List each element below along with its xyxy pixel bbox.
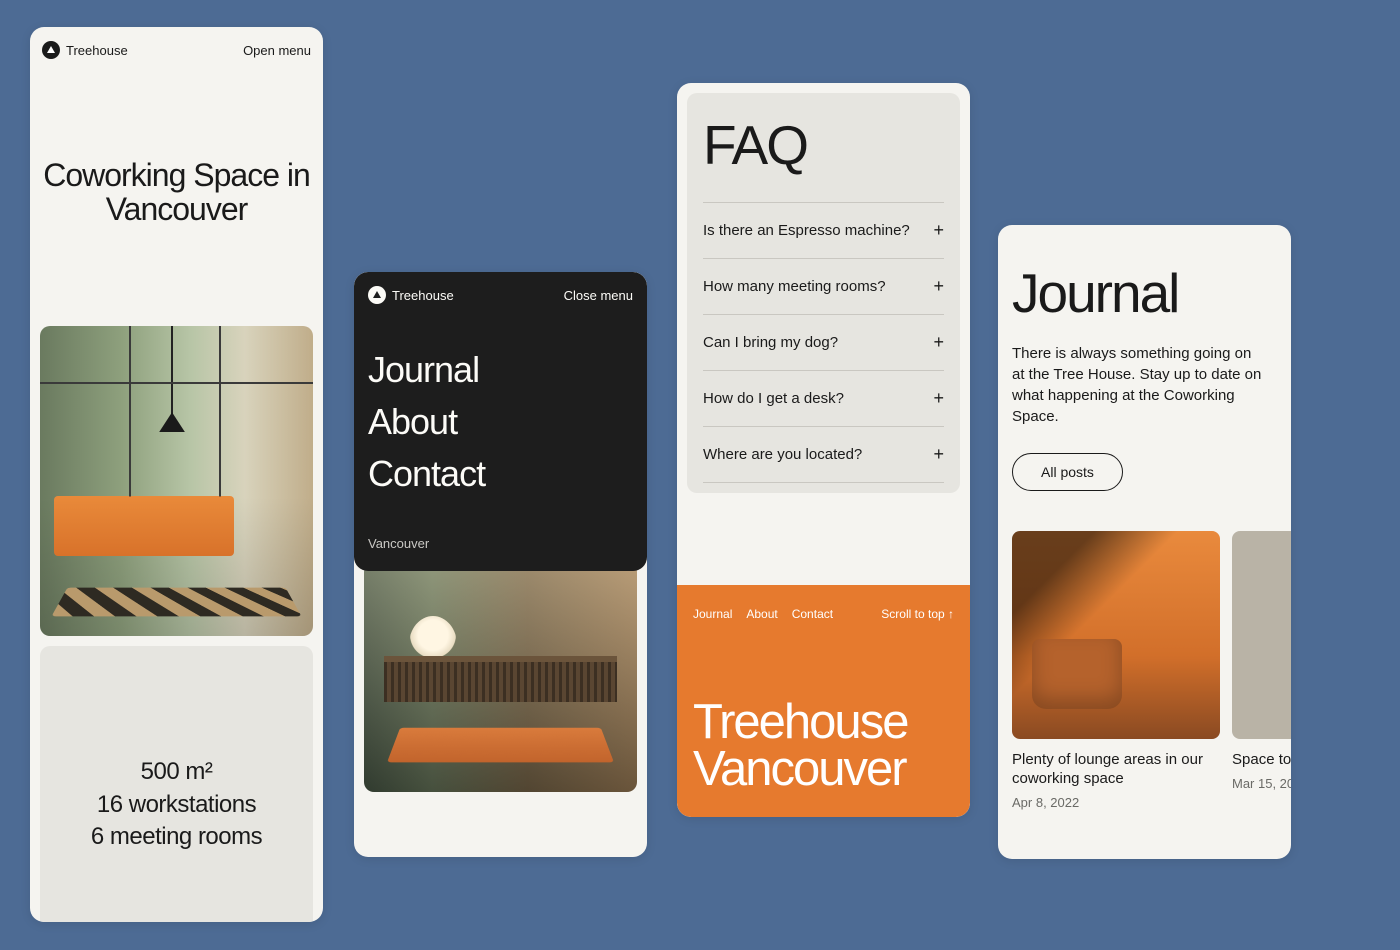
- plus-icon: +: [933, 276, 944, 297]
- stat-rooms: 6 meeting rooms: [60, 821, 293, 853]
- nav-about[interactable]: About: [368, 396, 633, 448]
- screen-menu-open: Treehouse Close menu Journal About Conta…: [354, 272, 647, 857]
- background-image: [364, 562, 637, 792]
- pendant-lamp-icon: [171, 326, 173, 416]
- post-image: [1232, 531, 1291, 739]
- header: Treehouse Close menu: [368, 286, 633, 304]
- brand-name: Treehouse: [392, 288, 454, 303]
- post-date: Mar 15, 202: [1232, 776, 1291, 791]
- faq-item[interactable]: Can I bring my dog? +: [703, 314, 944, 370]
- primary-nav: Journal About Contact: [368, 304, 633, 526]
- footer-link-journal[interactable]: Journal: [693, 607, 732, 621]
- location-label: Vancouver: [368, 526, 633, 551]
- post-date: Apr 8, 2022: [1012, 795, 1220, 810]
- brand-logo[interactable]: Treehouse: [42, 41, 128, 59]
- footer-links: Journal About Contact: [693, 607, 833, 621]
- footer-link-contact[interactable]: Contact: [792, 607, 833, 621]
- faq-item[interactable]: How many meeting rooms? +: [703, 258, 944, 314]
- screen-journal: Journal There is always something going …: [998, 225, 1291, 859]
- post-card[interactable]: Plenty of lounge areas in our coworking …: [1012, 531, 1220, 810]
- plus-icon: +: [933, 444, 944, 465]
- faq-question: How do I get a desk?: [703, 390, 844, 407]
- scroll-to-top-button[interactable]: Scroll to top ↑: [881, 607, 954, 621]
- header: Treehouse Open menu: [30, 27, 323, 59]
- hero-image: [40, 326, 313, 636]
- menu-overlay: Treehouse Close menu Journal About Conta…: [354, 272, 647, 571]
- brand-name: Treehouse: [66, 43, 128, 58]
- faq-question: Where are you located?: [703, 446, 862, 463]
- footer: Journal About Contact Scroll to top ↑ Tr…: [677, 585, 970, 817]
- triangle-logo-icon: [42, 41, 60, 59]
- post-image: [1012, 531, 1220, 739]
- plus-icon: +: [933, 388, 944, 409]
- post-title: Space to s: [1232, 739, 1291, 776]
- footer-link-about[interactable]: About: [746, 607, 777, 621]
- faq-title: FAQ: [703, 113, 944, 202]
- footer-brand-line2: Vancouver: [693, 746, 954, 793]
- nav-journal[interactable]: Journal: [368, 344, 633, 396]
- stat-workstations: 16 workstations: [60, 789, 293, 821]
- footer-top: Journal About Contact Scroll to top ↑: [693, 607, 954, 621]
- faq-question: How many meeting rooms?: [703, 278, 886, 295]
- brand-logo[interactable]: Treehouse: [368, 286, 454, 304]
- triangle-logo-icon: [368, 286, 386, 304]
- faq-item[interactable]: Where are you located? +: [703, 426, 944, 483]
- stat-area: 500 m²: [60, 756, 293, 788]
- journal-title: Journal: [1012, 245, 1277, 343]
- faq-card: FAQ Is there an Espresso machine? + How …: [687, 93, 960, 493]
- hero-title: Coworking Space in Vancouver: [30, 59, 323, 226]
- nav-contact[interactable]: Contact: [368, 448, 633, 500]
- close-menu-button[interactable]: Close menu: [564, 288, 633, 303]
- rug-decoration: [51, 588, 301, 617]
- table-lamp-icon: [409, 616, 457, 664]
- posts-carousel[interactable]: Plenty of lounge areas in our coworking …: [998, 531, 1291, 810]
- screen-faq: FAQ Is there an Espresso machine? + How …: [677, 83, 970, 817]
- plus-icon: +: [933, 332, 944, 353]
- faq-item[interactable]: Is there an Espresso machine? +: [703, 202, 944, 258]
- faq-question: Is there an Espresso machine?: [703, 222, 910, 239]
- footer-brand-line1: Treehouse: [693, 699, 954, 746]
- post-card[interactable]: Space to s Mar 15, 202: [1232, 531, 1291, 810]
- all-posts-button[interactable]: All posts: [1012, 453, 1123, 491]
- plus-icon: +: [933, 220, 944, 241]
- open-menu-button[interactable]: Open menu: [243, 43, 311, 58]
- faq-item[interactable]: How do I get a desk? +: [703, 370, 944, 426]
- post-title: Plenty of lounge areas in our coworking …: [1012, 739, 1220, 795]
- faq-question: Can I bring my dog?: [703, 334, 838, 351]
- journal-description: There is always something going on at th…: [1012, 343, 1277, 427]
- stats-card: 500 m² 16 workstations 6 meeting rooms: [40, 646, 313, 922]
- screen-home: Treehouse Open menu Coworking Space in V…: [30, 27, 323, 922]
- footer-brand: Treehouse Vancouver: [693, 621, 954, 792]
